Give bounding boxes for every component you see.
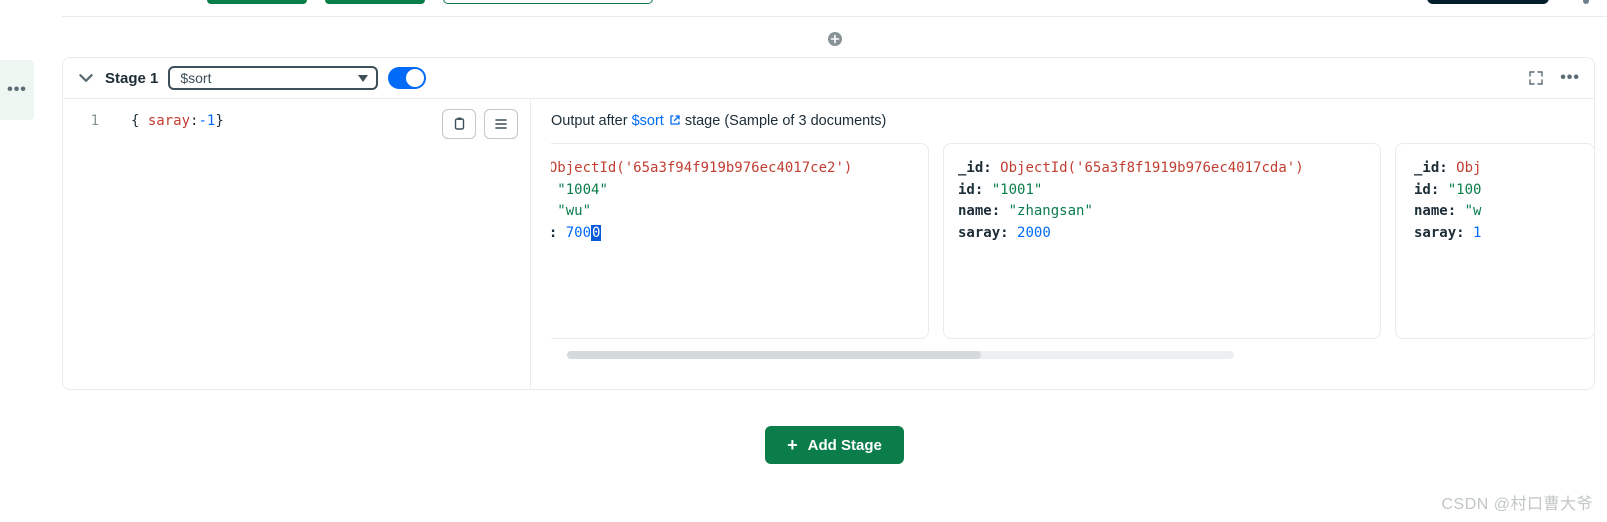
stage-header: Stage 1 $sort ••• [63,58,1594,99]
stage-card: Stage 1 $sort ••• [62,57,1595,390]
plus-circle-icon[interactable] [827,31,843,47]
sort-docs-link[interactable]: $sort [632,113,664,129]
stage-title: Stage 1 [105,70,158,87]
chevron-down-icon[interactable] [77,69,95,87]
top-right-menu-dot [1583,0,1589,4]
clipboard-icon [451,116,467,132]
stage-operator-select[interactable]: $sort [168,66,378,90]
documents-scrollbar[interactable] [567,351,1234,359]
editor-toolbar [442,109,518,139]
output-pane: Output after $sort stage (Sample of 3 do… [531,99,1594,389]
editor-pane[interactable]: 1 { saray:-1} [63,99,531,389]
stage-body: 1 { saray:-1} Output after $sort stage (… [63,99,1594,389]
stage-operator-value: $sort [180,70,211,86]
format-button[interactable] [484,109,518,139]
pill-button-fragment-1 [207,0,307,4]
add-stage-row: + Add Stage [62,426,1607,464]
pill-button-fragment-2 [325,0,425,4]
expand-icon[interactable] [1528,70,1544,86]
main-area: Stage 1 $sort ••• [62,0,1607,464]
add-stage-label: Add Stage [808,437,882,454]
documents-row: : ObjectId('65a3f94f919b976ec4017ce2') "… [551,143,1594,339]
list-icon [493,116,509,132]
editor-code[interactable]: { saray:-1} [131,113,224,129]
external-link-icon [669,114,681,126]
stage-header-right: ••• [1528,69,1580,87]
plus-icon: + [787,436,798,454]
scrollbar-thumb[interactable] [567,351,981,359]
watermark: CSDN @村口曹大爷 [1441,490,1593,514]
more-icon[interactable]: ••• [1560,69,1580,87]
document-card-2[interactable]: _id: ObjectId('65a3f8f1919b976ec4017cda'… [943,143,1381,339]
add-stage-button[interactable]: + Add Stage [765,426,904,464]
line-number: 1 [85,113,99,129]
pill-button-fragment-4 [1427,0,1549,4]
pill-button-fragment-3 [443,0,653,4]
output-title: Output after $sort stage (Sample of 3 do… [551,113,1594,129]
document-card-3[interactable]: _id: Obj id: "100 name: "w saray: 1 [1395,143,1594,339]
add-stage-inline-row [62,17,1607,57]
output-suffix: stage (Sample of 3 documents) [685,113,887,129]
ellipsis-icon: ••• [7,81,27,99]
output-prefix: Output after [551,113,628,129]
stage-enabled-toggle[interactable] [388,67,426,89]
document-card-1[interactable]: : ObjectId('65a3f94f919b976ec4017ce2') "… [551,143,929,339]
left-rail-collapse[interactable]: ••• [0,60,34,120]
top-pills-remnant [62,0,1607,4]
copy-button[interactable] [442,109,476,139]
caret-down-icon [358,75,368,82]
